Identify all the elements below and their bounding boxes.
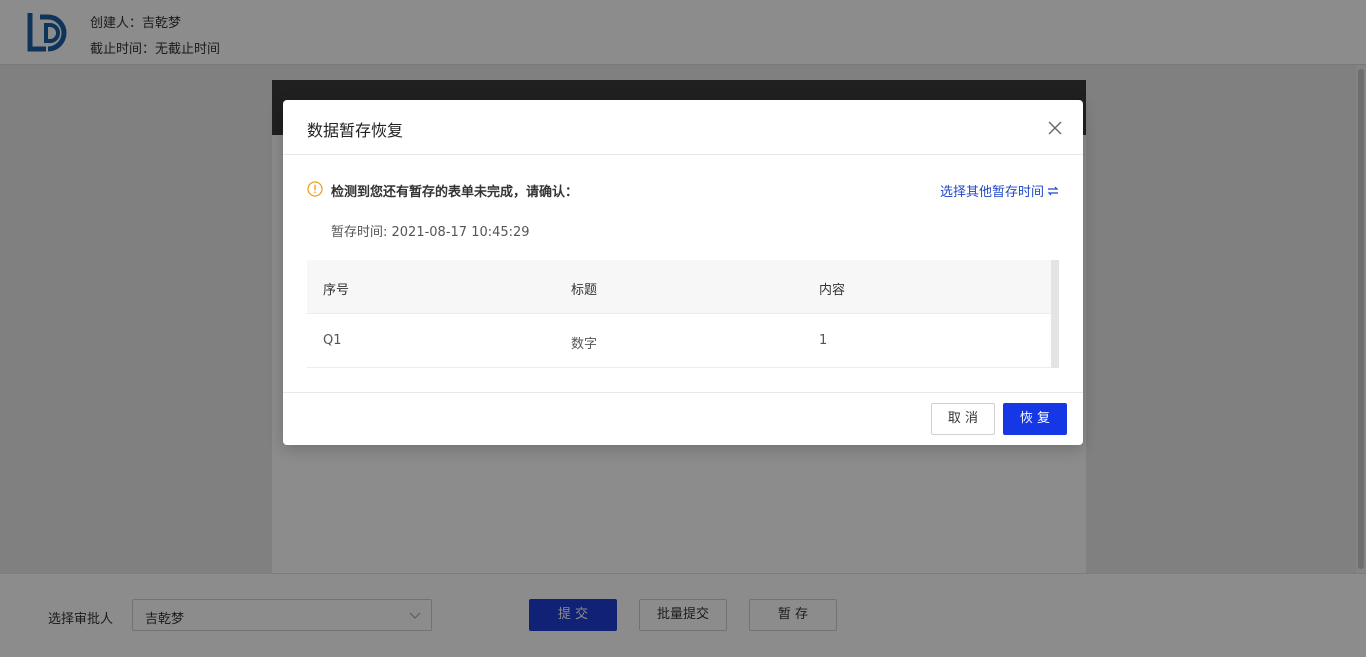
table-row: Q1 数字 1 bbox=[307, 314, 1051, 368]
dialog-footer-divider bbox=[283, 392, 1083, 393]
cell-title: 数字 bbox=[571, 337, 598, 352]
dialog-header-divider bbox=[283, 154, 1083, 155]
info-circle-icon bbox=[307, 181, 323, 197]
other-stash-time-label: 选择其他暂存时间 bbox=[939, 185, 1044, 200]
other-stash-time-link[interactable]: 选择其他暂存时间 bbox=[940, 181, 1059, 200]
cell-content: 1 bbox=[819, 333, 828, 348]
close-icon[interactable] bbox=[1045, 118, 1065, 138]
header-index: 序号 bbox=[323, 283, 350, 298]
switch-icon bbox=[1047, 186, 1059, 195]
stash-table: 序号 标题 内容 Q1 数字 1 bbox=[307, 260, 1059, 368]
dialog-title: 数据暂存恢复 bbox=[307, 121, 404, 140]
header-title: 标题 bbox=[571, 283, 598, 298]
stash-time-text: 暂存时间: 2021-08-17 10:45:29 bbox=[331, 225, 530, 240]
table-scrollbar[interactable] bbox=[1051, 260, 1059, 368]
table-header-row: 序号 标题 内容 bbox=[307, 260, 1051, 314]
header-content: 内容 bbox=[819, 283, 846, 298]
notice-text: 检测到您还有暂存的表单未完成，请确认： bbox=[331, 185, 579, 200]
cancel-button[interactable]: 取 消 bbox=[931, 403, 995, 435]
restore-dialog: 数据暂存恢复 检测到您还有暂存的表单未完成，请确认： 选择其他暂存时间 暂存时间… bbox=[283, 100, 1083, 445]
cell-index: Q1 bbox=[323, 333, 342, 348]
restore-button[interactable]: 恢 复 bbox=[1003, 403, 1067, 435]
